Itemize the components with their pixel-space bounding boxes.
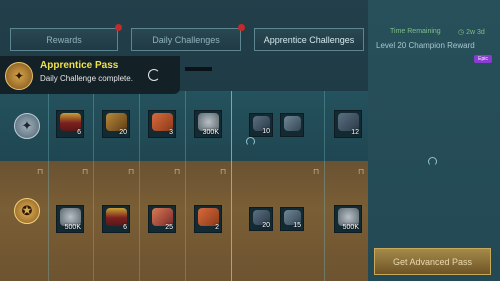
loading-spinner-icon	[428, 157, 437, 166]
reward-quantity: 10	[262, 128, 270, 135]
clock-icon: ◷	[458, 29, 467, 36]
column-divider	[93, 91, 94, 281]
reward-slot[interactable]: 500K	[56, 205, 84, 233]
lock-icon: ⊓	[313, 167, 320, 176]
pass-progress-bar	[185, 67, 212, 71]
lock-icon: ⊓	[128, 167, 135, 176]
reward-quantity: 2	[215, 224, 219, 231]
column-divider	[185, 91, 186, 281]
reward-quantity: 15	[293, 222, 301, 229]
get-advanced-pass-button[interactable]: Get Advanced Pass	[374, 248, 491, 275]
lock-icon: ⊓	[37, 167, 44, 176]
level-reward-title: Level 20 Champion Reward	[376, 41, 475, 50]
column-divider	[324, 91, 325, 281]
reward-slot[interactable]: 6	[56, 110, 84, 138]
alert-dot-icon	[115, 24, 122, 31]
lock-icon: ⊓	[174, 167, 181, 176]
notification-title: Apprentice Pass	[40, 60, 119, 71]
battle-pass-screen: ✦ ✪ Rewards Daily Challenges Apprentice …	[0, 0, 500, 281]
lock-icon: ⊓	[82, 167, 89, 176]
reward-slot[interactable]: 10	[249, 113, 273, 137]
reward-quantity: 500K	[342, 224, 359, 231]
lock-icon: ⊓	[358, 167, 365, 176]
alert-dot-icon	[238, 24, 245, 31]
reward-slot[interactable]: 300K	[194, 110, 222, 138]
loading-spinner-icon	[246, 137, 255, 146]
reward-quantity: 25	[165, 224, 173, 231]
reward-quantity: 3	[169, 129, 173, 136]
time-remaining-text: 2w 3d	[466, 29, 485, 36]
reward-quantity: 300K	[202, 129, 219, 136]
reward-quantity	[301, 135, 303, 136]
reward-quantity: 500K	[64, 224, 81, 231]
reward-slot[interactable]: 15	[280, 207, 304, 231]
reward-slot[interactable]: 3	[148, 110, 176, 138]
tab-label: Daily Challenges	[152, 34, 220, 45]
reward-slot[interactable]: 6	[102, 205, 130, 233]
reward-quantity: 12	[351, 129, 359, 136]
reward-quantity: 6	[123, 224, 127, 231]
reward-slot[interactable]: 2	[194, 205, 222, 233]
rarity-badge: Epic	[474, 55, 492, 63]
reward-slot[interactable]: 12	[334, 110, 362, 138]
tab-label: Rewards	[46, 34, 82, 45]
tab-apprentice-challenges[interactable]: Apprentice Challenges	[254, 28, 364, 51]
tab-label: Apprentice Challenges	[263, 34, 355, 45]
reward-quantity: 6	[77, 129, 81, 136]
reward-slot[interactable]: 25	[148, 205, 176, 233]
notification-message: Daily Challenge complete.	[40, 74, 133, 83]
free-track-icon: ✦	[14, 113, 40, 139]
reward-quantity: 20	[119, 129, 127, 136]
tab-rewards[interactable]: Rewards	[10, 24, 122, 51]
reward-slot[interactable]: 20	[249, 207, 273, 231]
column-divider	[231, 91, 232, 281]
column-divider	[48, 91, 49, 281]
premium-track-icon: ✪	[14, 198, 40, 224]
time-remaining-label: Time Remaining	[390, 28, 441, 35]
apprentice-pass-icon: ✦	[5, 62, 33, 90]
reward-slot[interactable]: 20	[102, 110, 130, 138]
loading-spinner-icon	[148, 69, 160, 81]
reward-slot[interactable]	[280, 113, 304, 137]
tab-daily-challenges[interactable]: Daily Challenges	[131, 24, 245, 51]
reward-quantity: 20	[262, 222, 270, 229]
column-divider	[139, 91, 140, 281]
lock-icon: ⊓	[220, 167, 227, 176]
time-remaining-value: ◷ 2w 3d	[458, 28, 485, 36]
key-icon	[284, 116, 301, 131]
reward-slot[interactable]: 500K	[334, 205, 362, 233]
